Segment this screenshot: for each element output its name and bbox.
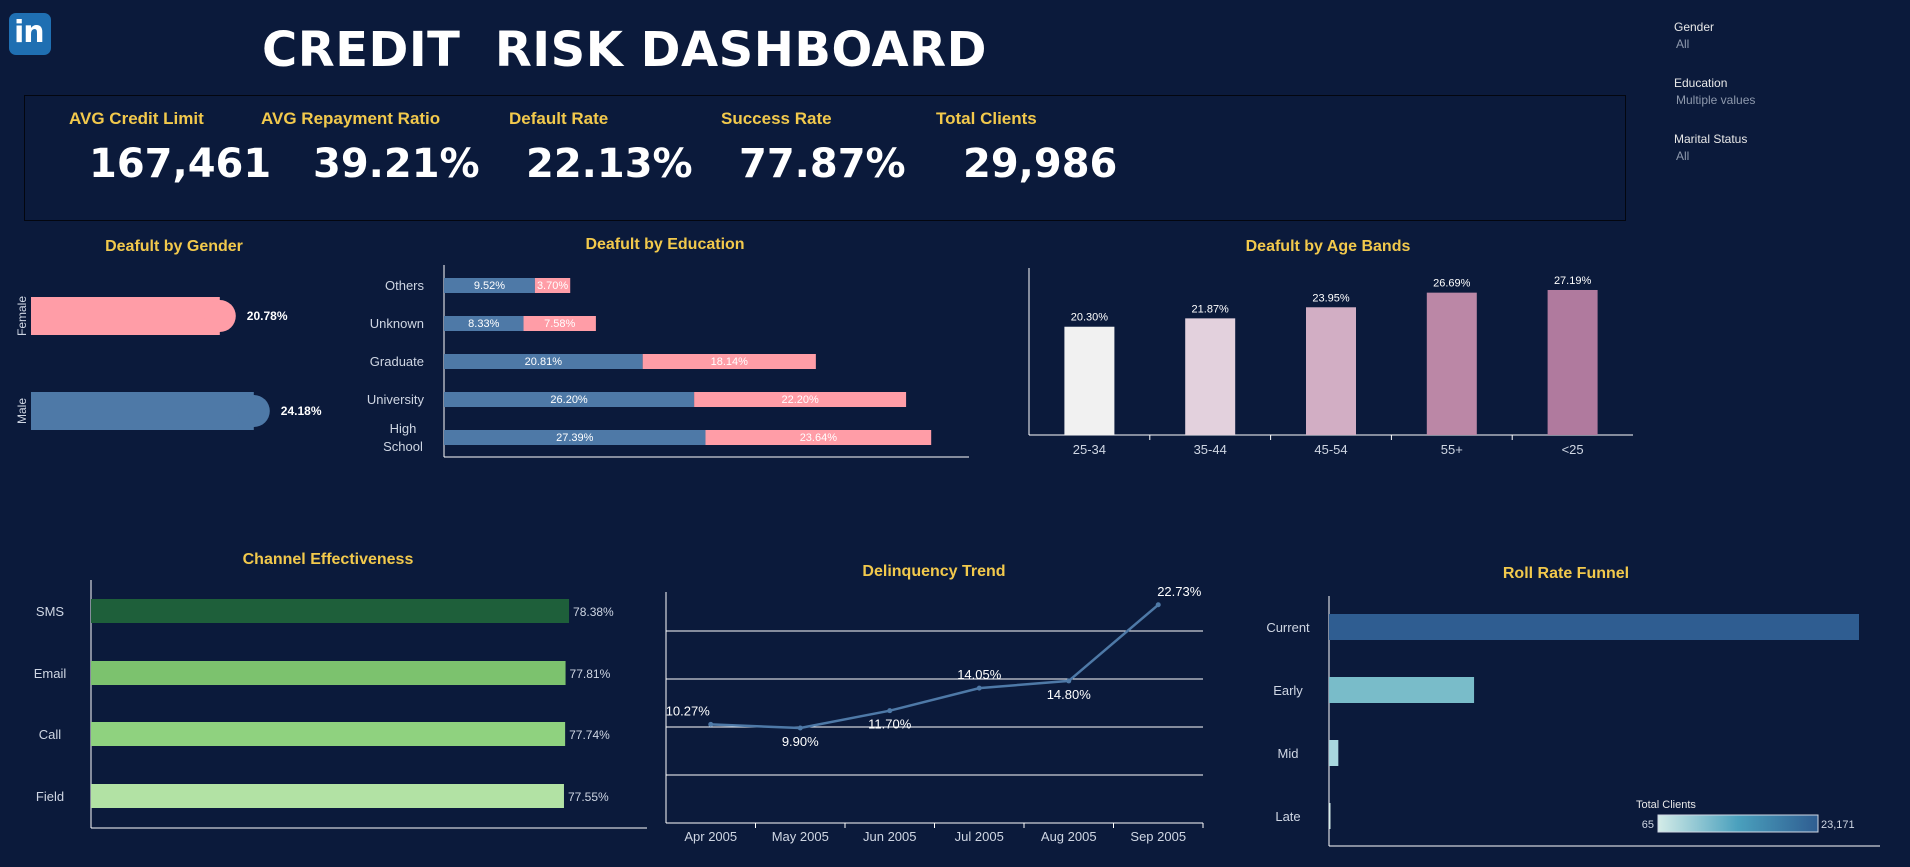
education-data-label: 8.33% bbox=[468, 318, 499, 330]
education-category-label: Others bbox=[385, 278, 425, 293]
education-data-label: 22.20% bbox=[781, 394, 819, 406]
age-bar bbox=[1306, 307, 1356, 435]
channel-bar-field bbox=[91, 784, 564, 808]
age-bar bbox=[1185, 318, 1236, 435]
delinquency-chart: 10.27% Apr 2005 9.90% May 2005 11.70% Jun 200… bbox=[665, 584, 1204, 844]
gender-bar-male bbox=[31, 392, 254, 430]
delinquency-tick-label: Apr 2005 bbox=[684, 829, 737, 844]
education-category-label: Unknown bbox=[370, 316, 424, 331]
channel-category-label: Field bbox=[36, 789, 64, 804]
education-category-label: High bbox=[390, 421, 417, 436]
age-data-label: 27.19% bbox=[1554, 275, 1592, 287]
education-data-label: 20.81% bbox=[525, 356, 563, 368]
age-data-label: 21.87% bbox=[1192, 303, 1230, 315]
age-bar bbox=[1547, 289, 1598, 435]
channel-category-label: SMS bbox=[36, 604, 65, 619]
rollrate-category-label: Current bbox=[1266, 620, 1310, 635]
delinquency-data-label: 14.05% bbox=[957, 667, 1002, 682]
gender-category-label: Female bbox=[15, 296, 29, 336]
channel-chart: 78.38% SMS 77.81% Email 77.74% Call 77.55% Fiel… bbox=[34, 580, 647, 829]
delinquency-tick-label: May 2005 bbox=[772, 829, 829, 844]
age-chart: 20.30% 25-34 21.87% 35-44 23.95% 45-54 26.69% 5… bbox=[1028, 268, 1633, 457]
gender-data-label: 20.78% bbox=[247, 309, 288, 323]
age-tick-label: 45-54 bbox=[1314, 442, 1347, 457]
delinquency-data-label: 11.70% bbox=[868, 717, 912, 732]
rollrate-bar-mid bbox=[1329, 740, 1339, 766]
channel-bar-email bbox=[91, 661, 566, 685]
channel-data-label: 77.55% bbox=[568, 790, 609, 804]
gender-bar-cap-female bbox=[203, 300, 236, 332]
delinquency-data-label: 14.80% bbox=[1047, 687, 1092, 702]
age-tick-label: 55+ bbox=[1441, 442, 1463, 457]
rollrate-bar-late bbox=[1329, 803, 1331, 829]
gender-bar-female bbox=[31, 297, 220, 335]
delinquency-line bbox=[710, 603, 1160, 730]
gender-bar-cap-male bbox=[237, 395, 270, 427]
delinquency-point bbox=[1155, 602, 1161, 608]
education-data-label: 9.52% bbox=[474, 280, 505, 292]
delinquency-point bbox=[797, 725, 803, 731]
education-category-label: School bbox=[383, 439, 423, 454]
channel-data-label: 77.81% bbox=[570, 667, 611, 681]
delinquency-data-label: 22.73% bbox=[1157, 584, 1202, 599]
delinquency-tick-label: Aug 2005 bbox=[1041, 829, 1097, 844]
age-tick-label: 35-44 bbox=[1194, 442, 1227, 457]
age-bar bbox=[1426, 292, 1477, 435]
rollrate-bar-early bbox=[1329, 677, 1475, 703]
education-category-label: University bbox=[367, 392, 425, 407]
delinquency-data-label: 9.90% bbox=[782, 734, 819, 749]
age-tick-label: <25 bbox=[1562, 442, 1584, 457]
rollrate-legend-max: 23,171 bbox=[1821, 819, 1855, 831]
rollrate-bar-current bbox=[1329, 614, 1859, 640]
channel-category-label: Email bbox=[34, 666, 67, 681]
age-bar bbox=[1064, 326, 1115, 435]
channel-category-label: Call bbox=[39, 727, 62, 742]
delinquency-tick-label: Jul 2005 bbox=[955, 829, 1004, 844]
delinquency-data-label: 10.27% bbox=[666, 703, 711, 718]
rollrate-category-label: Early bbox=[1273, 683, 1303, 698]
rollrate-category-label: Late bbox=[1275, 809, 1300, 824]
age-data-label: 20.30% bbox=[1071, 312, 1109, 324]
rollrate-category-label: Mid bbox=[1278, 746, 1299, 761]
delinquency-point bbox=[1066, 678, 1072, 684]
education-data-label: 18.14% bbox=[711, 356, 749, 368]
gender-data-label: 24.18% bbox=[281, 404, 322, 418]
education-data-label: 23.64% bbox=[800, 432, 838, 444]
rollrate-chart: Current Early Mid Late Total Clients 65 23,171 bbox=[1266, 596, 1880, 847]
channel-data-label: 78.38% bbox=[573, 605, 614, 619]
delinquency-tick-label: Sep 2005 bbox=[1130, 829, 1186, 844]
channel-bar-call bbox=[91, 722, 566, 746]
gender-chart: 20.78% Female 24.18% Male bbox=[15, 296, 322, 430]
delinquency-point bbox=[887, 708, 893, 714]
education-data-label: 26.20% bbox=[550, 394, 588, 406]
education-category-label: Graduate bbox=[370, 354, 424, 369]
age-data-label: 23.95% bbox=[1312, 292, 1350, 304]
delinquency-point bbox=[708, 721, 714, 727]
gender-category-label: Male bbox=[15, 398, 29, 424]
education-chart: 9.52% 3.70% Others 8.33% 7.58% Unknown 20.81% 1… bbox=[367, 265, 969, 458]
rollrate-legend-title: Total Clients bbox=[1636, 799, 1696, 811]
delinquency-tick-label: Jun 2005 bbox=[863, 829, 917, 844]
education-data-label: 7.58% bbox=[544, 318, 575, 330]
channel-data-label: 77.74% bbox=[569, 728, 610, 742]
age-data-label: 26.69% bbox=[1433, 278, 1471, 290]
delinquency-point bbox=[976, 685, 982, 691]
charts-canvas: 20.78% Female 24.18% Male 9.52% 3.70% Others 8… bbox=[15, 265, 1880, 847]
education-data-label: 27.39% bbox=[556, 432, 594, 444]
age-tick-label: 25-34 bbox=[1073, 442, 1106, 457]
rollrate-legend-gradient bbox=[1657, 814, 1819, 833]
channel-bar-sms bbox=[91, 599, 570, 623]
education-data-label: 3.70% bbox=[537, 280, 568, 292]
rollrate-legend-min: 65 bbox=[1642, 819, 1654, 831]
